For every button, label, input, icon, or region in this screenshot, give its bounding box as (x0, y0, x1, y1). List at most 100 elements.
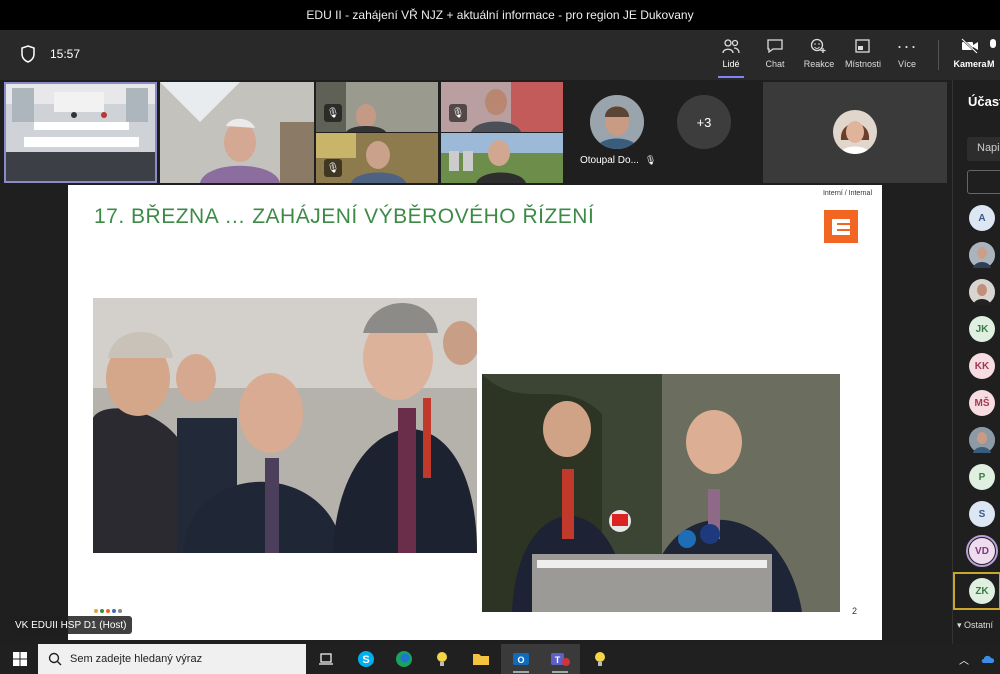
participant-5-avatar (833, 110, 877, 154)
taskbar-app-bulb[interactable] (422, 644, 462, 674)
video-tile-participant-4[interactable] (441, 133, 563, 183)
lightbulb-icon (595, 652, 605, 666)
participant-avatar-otoupal[interactable] (590, 95, 644, 149)
avatar-initials: S (978, 508, 986, 520)
group-photo-image (93, 298, 477, 553)
svg-text:S: S (362, 654, 369, 666)
search-icon (48, 652, 62, 666)
avatar-photo (969, 242, 995, 268)
participant-avatar[interactable]: VD (966, 535, 998, 567)
others-section-toggle[interactable]: ▾ Ostatní (957, 620, 993, 631)
slide-classification-tag: Interní / Internal (822, 190, 872, 197)
more-participants-count: +3 (696, 114, 712, 130)
people-icon (721, 36, 741, 56)
participant-avatar-photo[interactable] (969, 242, 995, 268)
others-section-label: Ostatní (964, 620, 994, 630)
folder-icon (473, 654, 489, 665)
participant-5-avatar-image (833, 110, 877, 154)
taskbar-app-bulb-2[interactable] (580, 644, 620, 674)
participant-avatar-photo[interactable] (969, 427, 995, 453)
camera-icon (960, 36, 980, 56)
taskbar-teams[interactable]: T (540, 644, 580, 674)
participant-avatar[interactable]: A (969, 205, 995, 231)
participants-search-input[interactable]: Napište jméno (967, 137, 1000, 161)
outlook-icon: O (513, 653, 529, 665)
video-tile-speaker[interactable] (160, 82, 314, 183)
otoupal-avatar-image (590, 95, 644, 149)
slide-photo-group (93, 298, 477, 553)
participant-avatar[interactable]: S (969, 501, 995, 527)
participant-avatar[interactable]: JK (969, 316, 995, 342)
participants-panel: Účastníci Napište jméno A JK KK MŠ P S V… (952, 80, 1000, 644)
video-tile-room[interactable] (4, 82, 157, 183)
participant-avatar[interactable]: ZK (969, 578, 995, 604)
shield-icon[interactable] (20, 45, 36, 63)
rooms-icon (853, 36, 873, 56)
muted-icon: 🎙 (324, 159, 342, 177)
meeting-timer: 15:57 (50, 47, 81, 61)
system-tray-chevron[interactable]: ︿ (952, 644, 976, 674)
rooms-button-label: Místnosti (844, 59, 881, 69)
taskbar-edge[interactable] (384, 644, 424, 674)
chat-button[interactable]: Chat (750, 36, 800, 76)
windows-taskbar: Sem zadejte hledaný výraz S O T ︿ (0, 644, 1000, 674)
avatar-initials: A (978, 212, 986, 224)
participant-avatar[interactable]: P (969, 464, 995, 490)
chevron-down-icon: ▾ (957, 620, 965, 630)
slide-title: 17. BŘEZNA … ZAHÁJENÍ VÝBĚROVÉHO ŘÍZENÍ (94, 205, 595, 228)
taskbar-outlook[interactable]: O (501, 644, 541, 674)
more-button-label: Více (897, 59, 916, 69)
windows-logo-icon (13, 652, 27, 666)
participants-dropdown[interactable] (967, 170, 1000, 194)
rooms-button[interactable]: Místnosti (838, 36, 888, 76)
video-tile-participant-5[interactable] (763, 82, 947, 183)
reaction-icon (809, 36, 829, 56)
mic-button[interactable]: M (987, 36, 1000, 76)
taskbar-file-explorer[interactable] (461, 644, 501, 674)
mic-icon (987, 36, 999, 56)
people-button-label: Lidé (722, 59, 740, 69)
slide-footer-dots (94, 609, 122, 613)
task-view-button[interactable] (306, 644, 346, 674)
avatar-initials: P (978, 471, 986, 483)
video-tile-participant-2[interactable]: 🎙 (441, 82, 563, 132)
more-button[interactable]: ··· Více (882, 36, 932, 76)
reactions-button-label: Reakce (803, 59, 835, 69)
avatar-initials: JK (975, 323, 989, 335)
host-name: VK EDUII HSP D1 (Host) (15, 619, 127, 631)
participant-name: Otoupal Do... (580, 155, 639, 166)
muted-icon: 🎙 (644, 155, 657, 165)
host-name-label: VK EDUII HSP D1 (Host) (10, 616, 132, 634)
people-button[interactable]: Lidé (706, 36, 756, 78)
muted-icon: 🎙 (324, 104, 342, 122)
toolbar-divider (938, 40, 939, 70)
camera-button-label: Kamera (953, 59, 987, 69)
windows-start-button[interactable] (0, 644, 40, 674)
room-video-image (4, 82, 157, 183)
video-tile-participant-3[interactable]: 🎙 (316, 133, 438, 183)
avatar-initials: VD (975, 545, 989, 557)
mic-button-label: M (987, 59, 995, 69)
onedrive-tray[interactable] (976, 644, 1000, 674)
more-icon: ··· (896, 35, 918, 56)
taskbar-search-input[interactable]: Sem zadejte hledaný výraz (38, 644, 306, 674)
participant-avatar-photo[interactable] (969, 279, 995, 305)
meeting-toolbar: 15:57 Lidé Chat Reakce Místnosti ··· Víc… (0, 30, 1000, 80)
muted-icon: 🎙 (449, 104, 467, 122)
video-tile-participant-1[interactable]: 🎙 (316, 82, 438, 132)
svg-text:O: O (517, 655, 524, 665)
task-view-icon (319, 653, 333, 665)
svg-text:T: T (555, 655, 561, 665)
avatar-initials: MŠ (974, 397, 990, 409)
more-participants-badge[interactable]: +3 (677, 95, 731, 149)
chat-button-label: Chat (765, 59, 785, 69)
slide-page-number: 2 (852, 606, 858, 616)
avatar-initials: ZK (975, 585, 989, 597)
participant-avatar[interactable]: KK (969, 353, 995, 379)
participant-avatar[interactable]: MŠ (969, 390, 995, 416)
taskbar-skype[interactable]: S (346, 644, 386, 674)
cez-logo (824, 210, 858, 243)
podium-photo-image (482, 374, 840, 612)
reactions-button[interactable]: Reakce (794, 36, 844, 76)
slide-photo-podium (482, 374, 840, 612)
